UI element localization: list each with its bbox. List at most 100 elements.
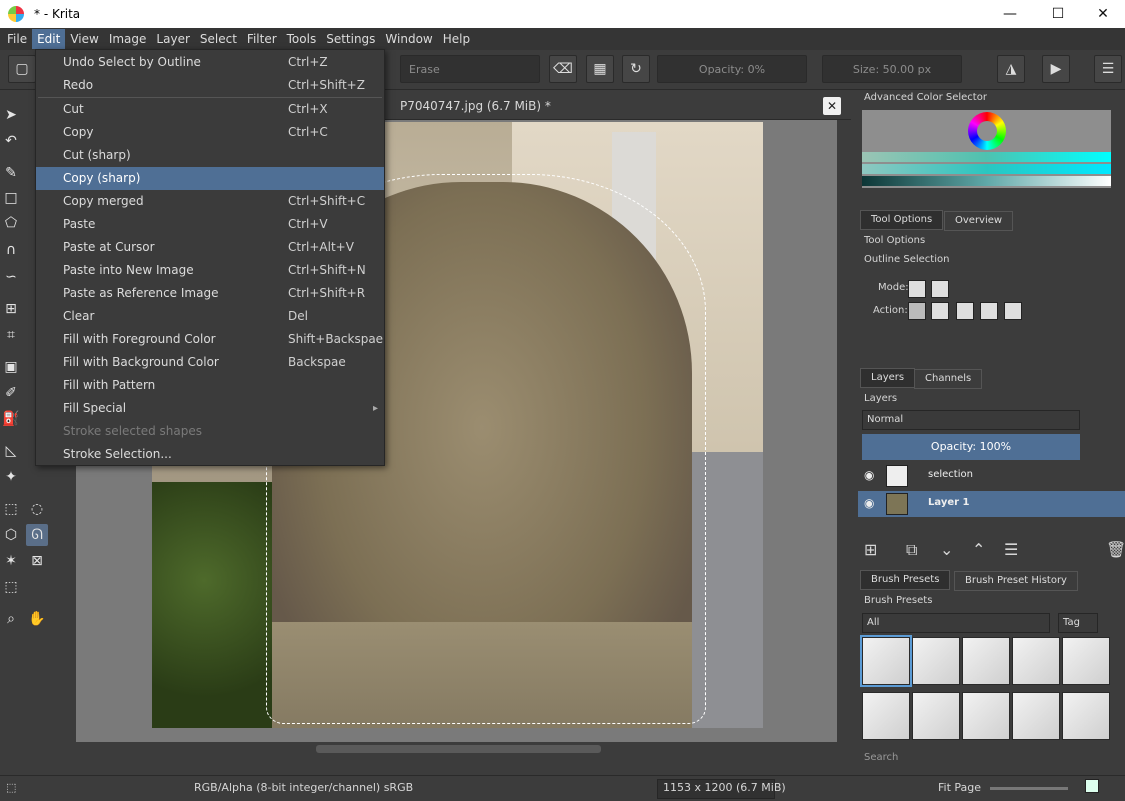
crop-tool-icon[interactable]: ⌗ [0, 324, 22, 346]
freehand-brush-icon[interactable]: ✎ [0, 162, 22, 184]
layer-row-selection[interactable]: ◉ selection [858, 463, 1125, 489]
mode-pixel-button[interactable] [908, 280, 926, 298]
maximize-button[interactable]: ☐ [1035, 0, 1081, 28]
brush-preset[interactable] [1062, 692, 1110, 740]
menu-select[interactable]: Select [195, 29, 242, 49]
assistant-tool-icon[interactable]: ✦ [0, 466, 22, 488]
reload-preset-icon[interactable]: ↻ [622, 55, 650, 83]
brush-preset[interactable] [862, 692, 910, 740]
workspace-icon[interactable]: ☰ [1094, 55, 1122, 83]
alpha-lock-icon[interactable]: ▦ [586, 55, 614, 83]
layer-properties-icon[interactable]: ☰ [1004, 540, 1018, 559]
tab-brush-preset-history[interactable]: Brush Preset History [954, 571, 1078, 591]
brush-search-input[interactable]: Search [864, 752, 898, 763]
scrollbar-thumb[interactable] [316, 745, 601, 753]
bezier-select-icon[interactable]: ⬚ [0, 576, 22, 598]
action-replace-button[interactable] [908, 302, 926, 320]
move-up-icon[interactable]: ⌃ [972, 540, 985, 559]
blend-mode-select[interactable]: Erase [400, 55, 540, 83]
pan-tool-icon[interactable]: ✋ [26, 608, 48, 630]
menu-item-copy-sharp[interactable]: Copy (sharp) [36, 167, 384, 190]
tab-brush-presets[interactable]: Brush Presets [860, 570, 951, 590]
new-document-icon[interactable]: ▢ [8, 55, 36, 83]
menu-item-stroke-selection[interactable]: Stroke Selection... [36, 443, 384, 466]
menu-help[interactable]: Help [438, 29, 475, 49]
mode-vector-button[interactable] [931, 280, 949, 298]
zoom-mode-select[interactable]: Fit Page [938, 781, 981, 794]
mirror-horizontal-icon[interactable]: ◮ [997, 55, 1025, 83]
freehand-path-icon[interactable]: ∽ [0, 266, 22, 288]
outline-select-icon[interactable]: ᘏ [26, 524, 48, 546]
close-document-button[interactable]: ✕ [823, 97, 841, 115]
polygon-select-icon[interactable]: ⬡ [0, 524, 22, 546]
minimize-button[interactable]: — [987, 0, 1033, 28]
tab-tool-options[interactable]: Tool Options [860, 210, 944, 230]
action-subtract-button[interactable] [980, 302, 998, 320]
menu-filter[interactable]: Filter [242, 29, 282, 49]
menu-item-fill-with-foreground-color[interactable]: Fill with Foreground Color Shift+Backspae [36, 328, 384, 351]
menu-item-fill-with-pattern[interactable]: Fill with Pattern [36, 374, 384, 397]
zoom-slider[interactable] [990, 787, 1068, 790]
brush-preset[interactable] [1012, 637, 1060, 685]
visibility-eye-icon[interactable]: ◉ [864, 496, 878, 510]
menu-view[interactable]: View [65, 29, 103, 49]
brush-preset[interactable] [1062, 637, 1110, 685]
menu-item-redo[interactable]: Redo Ctrl+Shift+Z [36, 74, 384, 97]
menu-item-undo-select-by-outline[interactable]: Undo Select by Outline Ctrl+Z [36, 51, 384, 74]
canvas-only-icon[interactable] [1085, 779, 1099, 793]
rectangle-tool-icon[interactable]: □ [0, 187, 22, 209]
duplicate-layer-icon[interactable]: ⧉ [906, 540, 917, 560]
mirror-vertical-icon[interactable]: ▶ [1042, 55, 1070, 83]
menu-tools[interactable]: Tools [282, 29, 322, 49]
bezier-tool-icon[interactable]: ∩ [0, 239, 22, 261]
select-shapes-icon[interactable]: ➤ [0, 104, 22, 126]
similar-select-icon[interactable]: ⊠ [26, 550, 48, 572]
menu-item-copy-merged[interactable]: Copy merged Ctrl+Shift+C [36, 190, 384, 213]
brush-preset[interactable] [962, 692, 1010, 740]
horizontal-scrollbar[interactable] [76, 742, 851, 756]
menu-item-paste[interactable]: Paste Ctrl+V [36, 213, 384, 236]
menu-edit[interactable]: Edit [32, 29, 66, 49]
menu-item-copy[interactable]: Copy Ctrl+C [36, 121, 384, 144]
color-slider-2[interactable] [862, 164, 1111, 174]
hue-ring[interactable] [968, 112, 1006, 150]
color-slider-3[interactable] [862, 176, 1111, 186]
close-window-button[interactable]: ✕ [1080, 0, 1125, 28]
menu-item-paste-as-reference-image[interactable]: Paste as Reference Image Ctrl+Shift+R [36, 282, 384, 305]
menu-item-fill-with-background-color[interactable]: Fill with Background Color Backspae [36, 351, 384, 374]
layer-row-layer1[interactable]: ◉ Layer 1 [858, 491, 1125, 517]
brush-preset[interactable] [912, 692, 960, 740]
contiguous-select-icon[interactable]: ✶ [0, 550, 22, 572]
tab-overview[interactable]: Overview [944, 211, 1014, 231]
brush-preset-eraser[interactable] [860, 635, 912, 687]
visibility-eye-icon[interactable]: ◉ [864, 468, 878, 482]
tag-button[interactable]: Tag [1058, 613, 1098, 633]
fill-tool-icon[interactable]: ⛽ [0, 408, 22, 430]
menu-item-paste-at-cursor[interactable]: Paste at Cursor Ctrl+Alt+V [36, 236, 384, 259]
menu-item-cut-sharp[interactable]: Cut (sharp) [36, 144, 384, 167]
brush-filter-select[interactable]: All [862, 613, 1050, 633]
tab-layers[interactable]: Layers [860, 368, 916, 388]
status-selection-icon[interactable]: ⬚ [6, 781, 16, 794]
opacity-slider[interactable]: Opacity: 0% [657, 55, 807, 83]
transform-tool-icon[interactable]: ⊞ [0, 298, 22, 320]
menu-item-clear[interactable]: Clear Del [36, 305, 384, 328]
zoom-tool-icon[interactable]: ⌕ [0, 608, 22, 630]
brush-preset[interactable] [962, 637, 1010, 685]
brush-preset[interactable] [912, 637, 960, 685]
color-picker-icon[interactable]: ✐ [0, 382, 22, 404]
color-slider-1[interactable] [862, 152, 1111, 162]
menu-image[interactable]: Image [104, 29, 152, 49]
layer-opacity-slider[interactable]: Opacity: 100% [862, 434, 1080, 460]
menu-item-cut[interactable]: Cut Ctrl+X [36, 98, 384, 121]
ellipse-select-icon[interactable]: ◌ [26, 498, 48, 520]
size-slider[interactable]: Size: 50.00 px [822, 55, 962, 83]
move-down-icon[interactable]: ⌄ [940, 540, 953, 559]
advanced-color-selector[interactable] [862, 110, 1111, 188]
menu-layer[interactable]: Layer [151, 29, 194, 49]
add-layer-icon[interactable]: ⊞ [864, 540, 877, 559]
menu-settings[interactable]: Settings [321, 29, 380, 49]
polygon-tool-icon[interactable]: ⬠ [0, 212, 22, 234]
menu-item-fill-special[interactable]: Fill Special ▸ [36, 397, 384, 420]
brush-preset[interactable] [1012, 692, 1060, 740]
